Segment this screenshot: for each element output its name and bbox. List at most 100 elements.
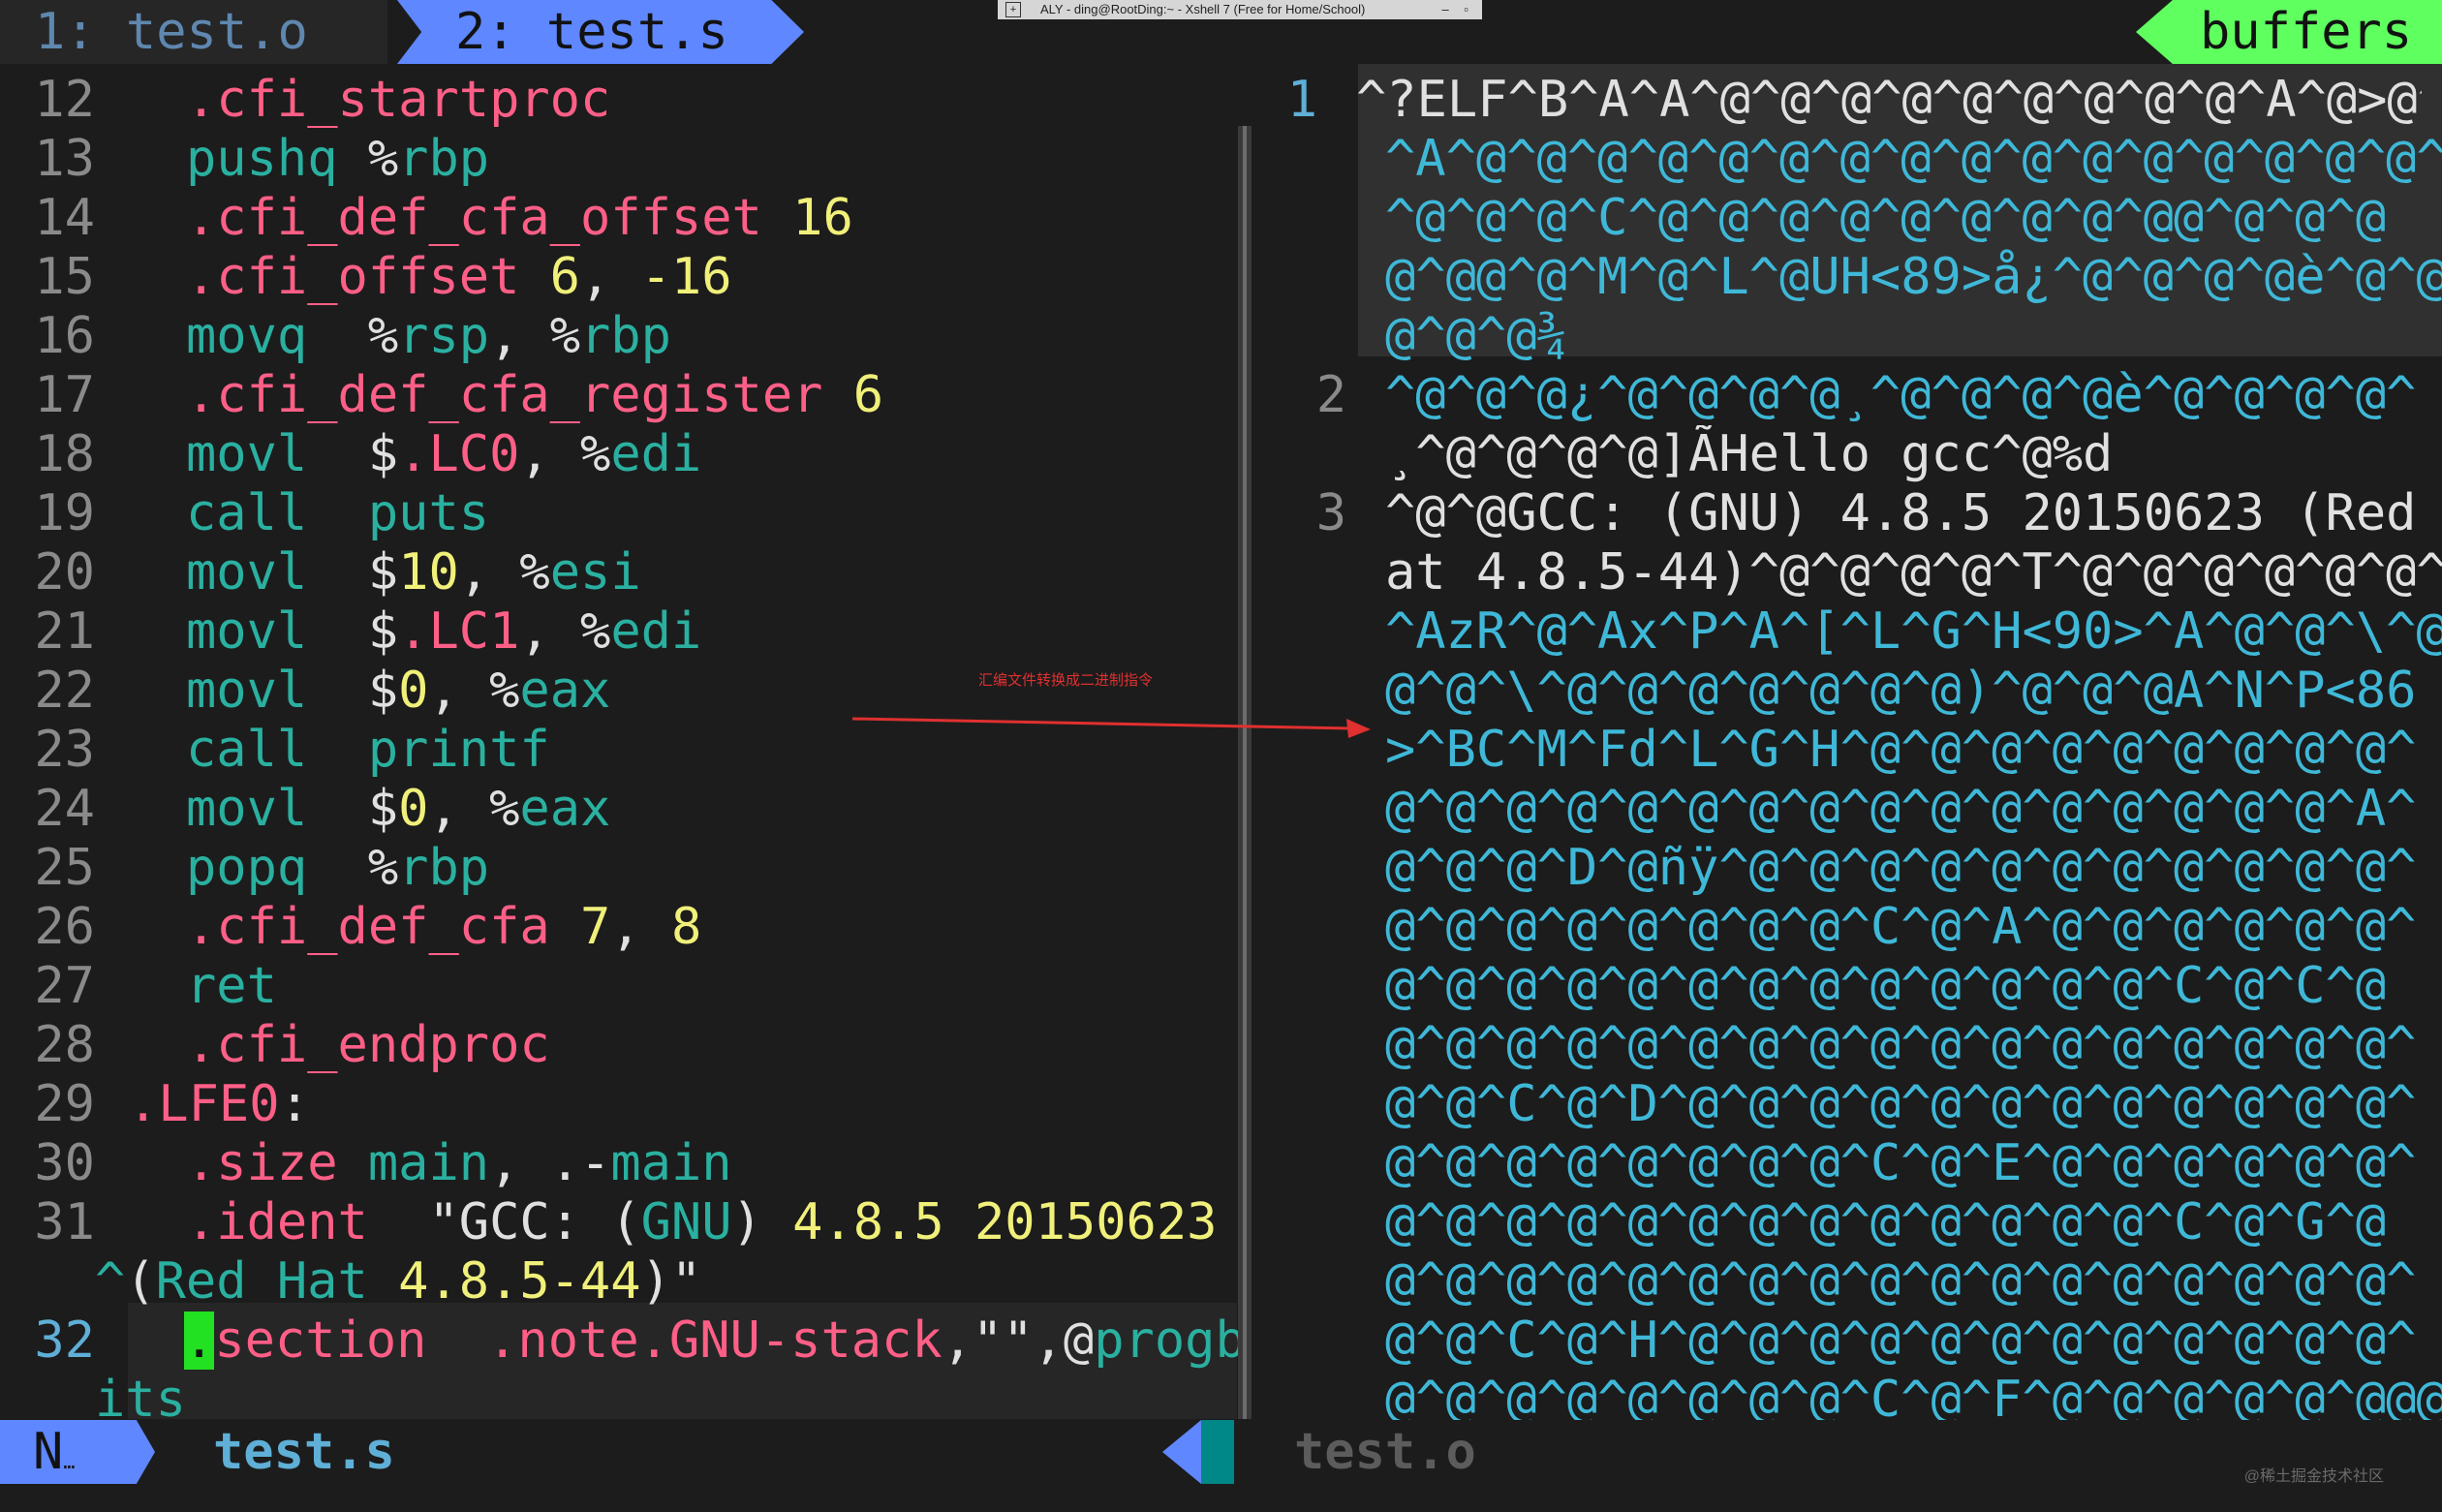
code-token: rbp: [580, 307, 671, 365]
scrollbar-thumb[interactable]: [1243, 126, 1247, 1419]
code-token: puts: [367, 484, 490, 542]
line-number: 22: [34, 662, 95, 720]
line-number: 32: [34, 1311, 95, 1370]
code-token: 6: [822, 366, 884, 424]
line-number: 25: [34, 839, 95, 897]
code-token: 16: [761, 189, 853, 247]
window-menu-icon[interactable]: +: [1005, 2, 1021, 17]
binary-text-line[interactable]: @^@^@^@^@^@^@^@^@^@^@^@^@^C^@^C^@: [1385, 957, 2442, 1016]
binary-text-line[interactable]: @^@^@^@^@^@^@^@^@^@^@^@^@^C^@^G^@: [1385, 1193, 2442, 1252]
code-token: ,: [610, 898, 671, 956]
code-line[interactable]: popq %rbp: [186, 839, 489, 898]
line-number: 16: [34, 307, 95, 365]
binary-text-line[interactable]: ^AzR^@^Ax^P^A^[^L^G^H<90>^A^@^@^\^@: [1385, 602, 2442, 662]
code-token: ,: [580, 248, 641, 306]
code-line[interactable]: movq %rsp, %rbp: [186, 307, 671, 366]
code-line[interactable]: .size main, .-main: [186, 1134, 732, 1193]
code-line[interactable]: movl $10, %esi: [186, 543, 641, 602]
line-number: 12: [34, 71, 95, 129]
binary-text-line[interactable]: @^@^@^@^@^@^@^@^@^@^@^@^@^@^@^@^A^: [1385, 780, 2442, 839]
line-number: 31: [34, 1193, 95, 1251]
code-line[interactable]: movl $.LC1, %edi: [186, 602, 701, 662]
code-token: ret: [186, 957, 277, 1015]
code-line[interactable]: .cfi_startproc: [186, 71, 610, 130]
code-token: .LC0: [398, 425, 520, 483]
code-token: progb: [1094, 1311, 1246, 1370]
binary-text-line[interactable]: @^@^\^@^@^@^@^@^@^@)^@^@^@A^N^P<86: [1385, 662, 2442, 721]
binary-text-line[interactable]: @^@^C^@^D^@^@^@^@^@^@^@^@^@^@^@^@^: [1385, 1075, 2442, 1134]
code-token: edi: [610, 602, 702, 661]
line-number: 3: [1315, 484, 1346, 542]
window-controls[interactable]: – ▫: [1442, 0, 1474, 19]
code-line[interactable]: movl $.LC0, %edi: [186, 425, 701, 484]
binary-text-line[interactable]: @^@^@^@^@^@^@^@^C^@^E^@^@^@^@^@^@^: [1385, 1134, 2442, 1193]
line-number: 13: [34, 130, 95, 188]
code-token: )": [640, 1252, 702, 1311]
code-token: .ident: [186, 1193, 368, 1251]
binary-text-line[interactable]: ^A^@^@^@^@^@^@^@^@^@^@^@^@^@^@^@^@^: [1385, 130, 2442, 189]
mode-indicator: N…: [0, 1420, 155, 1484]
line-number: 30: [34, 1134, 95, 1192]
code-token: .cfi_endproc: [186, 1016, 550, 1074]
code-token: $: [307, 425, 399, 483]
right-pane-test-o[interactable]: ^?ELF^B^A^A^@^@^@^@^@^@^@^@^@^A^@>@^ ^A^@…: [1259, 64, 2442, 1420]
code-token: (: [125, 1252, 156, 1311]
code-token: 8: [670, 898, 702, 956]
code-token: Red Hat: [155, 1252, 368, 1311]
code-token: $: [307, 662, 399, 720]
code-line[interactable]: .cfi_def_cfa_offset 16: [186, 189, 853, 248]
code-token: rbp: [398, 130, 490, 188]
code-line[interactable]: .LFE0:: [128, 1075, 310, 1134]
line-number: 20: [34, 543, 95, 602]
binary-text-line[interactable]: @^@^@^@^@^@^@^@^@^@^@^@^@^@^@^@^@^: [1385, 1252, 2442, 1311]
binary-text-line[interactable]: >^BC^M^Fd^L^G^H^@^@^@^@^@^@^@^@^@^: [1385, 721, 2442, 780]
binary-text-line[interactable]: ^?ELF^B^A^A^@^@^@^@^@^@^@^@^@^A^@>@^: [1356, 71, 2422, 130]
code-line[interactable]: .cfi_def_cfa_register 6: [186, 366, 883, 425]
code-line[interactable]: .ident "GCC: (GNU) 4.8.5 20150623: [186, 1193, 1217, 1252]
code-line[interactable]: .cfi_def_cfa 7, 8: [186, 898, 701, 957]
code-token: movl: [186, 543, 308, 602]
wrapped-code-line[interactable]: ^(Red Hat 4.8.5-44)": [95, 1252, 701, 1311]
bottom-strip: @稀土掘金技术社区: [0, 1468, 2442, 1512]
binary-text-line[interactable]: @^@^@^@^@^@^@^@^C^@^A^@^@^@^@^@^@^: [1385, 898, 2442, 957]
binary-text-line[interactable]: ^@^@^@^C^@^@^@^@^@^@^@^@^@@^@^@^@: [1385, 189, 2442, 248]
watermark: @稀土掘金技术社区: [2243, 1468, 2384, 1485]
tab-test-o[interactable]: 1: test.o: [0, 0, 387, 64]
code-token: 0: [398, 662, 429, 720]
code-token: printf: [367, 721, 550, 779]
code-token: -16: [640, 248, 732, 306]
binary-text-line[interactable]: at 4.8.5-44)^@^@^@^@^T^@^@^@^@^@^@^: [1385, 543, 2442, 602]
code-line[interactable]: movl $0, %eax: [186, 662, 610, 721]
code-line[interactable]: .cfi_endproc: [186, 1016, 550, 1075]
code-token: rsp: [398, 307, 490, 365]
line-number: 27: [34, 957, 95, 1015]
code-token: %: [307, 839, 399, 897]
binary-text-line[interactable]: @^@^@^@^@^@^@^@^C^@^F^@^@^@^@^@^@@@: [1385, 1371, 2442, 1420]
line-number: 23: [34, 721, 95, 779]
binary-text-line[interactable]: @^@^@^@^@^@^@^@^@^@^@^@^@^@^@^@^@^: [1385, 1016, 2442, 1075]
tab-test-s[interactable]: 2: test.s: [397, 0, 804, 64]
code-token: , %: [489, 307, 580, 365]
code-token: , %: [519, 602, 611, 661]
line-number: 15: [34, 248, 95, 306]
code-line[interactable]: call puts: [186, 484, 489, 543]
binary-text-line[interactable]: ^@^@GCC: (GNU) 4.8.5 20150623 (Red H: [1385, 484, 2442, 543]
code-line[interactable]: ret: [186, 957, 277, 1016]
code-token: eax: [519, 662, 611, 720]
line-number: 29: [34, 1075, 95, 1133]
code-line[interactable]: movl $0, %eax: [186, 780, 610, 839]
binary-text-line[interactable]: @^@@^@^M^@^L^@UH<89>å¿^@^@^@^@è^@^@^: [1385, 248, 2442, 307]
binary-text-line[interactable]: @^@^C^@^H^@^@^@^@^@^@^@^@^@^@^@^@^: [1385, 1311, 2442, 1371]
binary-text-line[interactable]: @^@^@¾: [1385, 307, 2442, 366]
code-line[interactable]: pushq %rbp: [186, 130, 489, 189]
binary-text-line[interactable]: @^@^@^D^@ñÿ^@^@^@^@^@^@^@^@^@^@^@^: [1385, 839, 2442, 898]
mode-suffix: …: [63, 1450, 76, 1473]
code-token: .cfi_def_cfa_register: [186, 366, 823, 424]
text-cursor: .: [184, 1311, 215, 1370]
binary-text-line[interactable]: ¸^@^@^@^@]ÃHello gcc^@%d: [1385, 425, 2442, 484]
code-line[interactable]: .section .note.GNU-stack,"",@progb: [184, 1311, 1246, 1371]
code-line[interactable]: call printf: [186, 721, 550, 780]
code-line[interactable]: .cfi_offset 6, -16: [186, 248, 732, 307]
binary-text-line[interactable]: ^@^@^@¿^@^@^@^@¸^@^@^@^@è^@^@^@^@^: [1385, 366, 2442, 425]
annotation-label: 汇编文件转换成二进制指令: [978, 672, 1154, 689]
